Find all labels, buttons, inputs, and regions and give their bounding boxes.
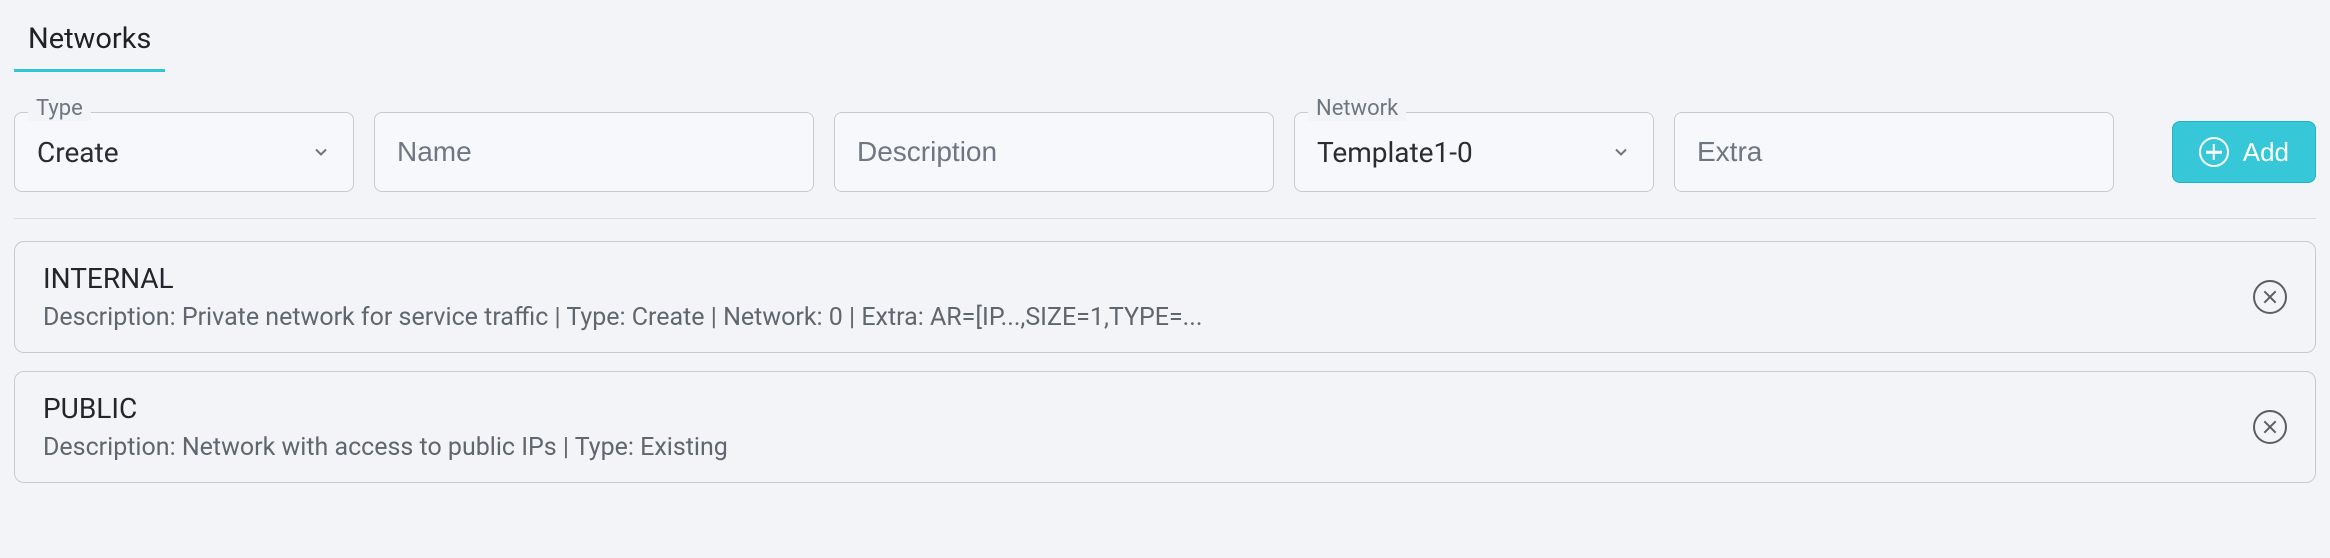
- type-label: Type: [28, 96, 91, 121]
- add-button-label: Add: [2243, 137, 2289, 168]
- network-form-row: Type Create Network Template1-0: [14, 112, 2316, 219]
- network-list: INTERNAL Description: Private network fo…: [14, 241, 2316, 483]
- list-item-title: PUBLIC: [43, 392, 2233, 425]
- name-field: [374, 112, 814, 192]
- add-button[interactable]: Add: [2172, 121, 2316, 183]
- description-input[interactable]: [834, 112, 1274, 192]
- remove-button[interactable]: [2253, 410, 2287, 444]
- list-item-desc: Description: Private network for service…: [43, 303, 2233, 332]
- type-select-value: Create: [37, 136, 119, 169]
- extra-field: [1674, 112, 2114, 192]
- network-label: Network: [1308, 96, 1406, 121]
- chevron-down-icon: [1611, 142, 1631, 162]
- tabs: Networks: [14, 14, 2316, 70]
- list-item[interactable]: INTERNAL Description: Private network fo…: [14, 241, 2316, 353]
- network-select-value: Template1-0: [1317, 136, 1473, 169]
- description-field: [834, 112, 1274, 192]
- extra-input[interactable]: [1674, 112, 2114, 192]
- chevron-down-icon: [311, 142, 331, 162]
- name-input[interactable]: [374, 112, 814, 192]
- type-field: Type Create: [14, 112, 354, 192]
- list-item-title: INTERNAL: [43, 262, 2233, 295]
- list-item-desc: Description: Network with access to publ…: [43, 433, 2233, 462]
- list-item[interactable]: PUBLIC Description: Network with access …: [14, 371, 2316, 483]
- type-select[interactable]: Create: [14, 112, 354, 192]
- network-select[interactable]: Template1-0: [1294, 112, 1654, 192]
- tab-networks[interactable]: Networks: [14, 14, 165, 70]
- remove-button[interactable]: [2253, 280, 2287, 314]
- plus-circle-icon: [2199, 137, 2229, 167]
- network-field: Network Template1-0: [1294, 112, 1654, 192]
